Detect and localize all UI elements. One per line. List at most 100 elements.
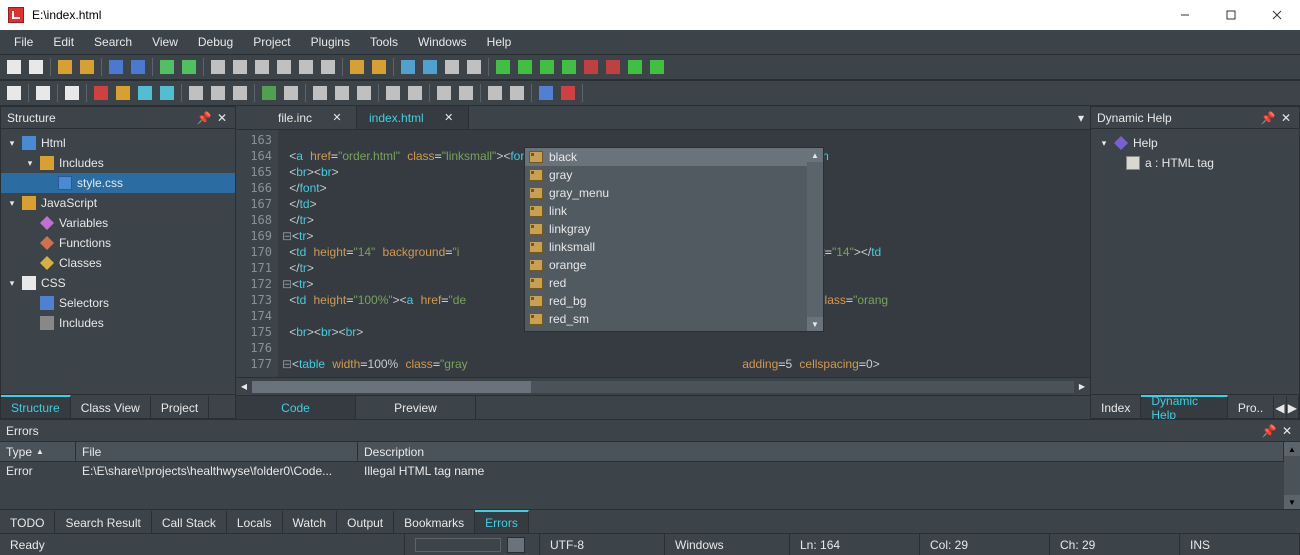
div-icon[interactable] [332,83,352,103]
bold-icon[interactable] [4,83,24,103]
scroll-up-icon[interactable]: ▲ [1284,442,1300,456]
pin-icon[interactable]: 📌 [197,111,211,125]
editor-tab-file-inc[interactable]: file.inc✕ [266,106,357,129]
paste-icon[interactable] [318,57,338,77]
bookmark-icon[interactable] [420,57,440,77]
open-icon[interactable] [77,57,97,77]
undo-icon[interactable] [157,57,177,77]
italic-icon[interactable] [33,83,53,103]
autocomplete-popup[interactable]: blackgraygray_menulinklinkgraylinksmallo… [524,147,824,332]
menu-help[interactable]: Help [477,32,522,52]
tree-node-html[interactable]: ▾Html [1,133,235,153]
debug-icon[interactable] [515,57,535,77]
indent-icon[interactable] [507,83,527,103]
link-icon[interactable] [536,83,556,103]
tree-node-includes[interactable]: ▾Includes [1,153,235,173]
col-type[interactable]: Type ▲ [0,442,76,461]
list-icon[interactable] [434,83,454,103]
maximize-button[interactable] [1208,0,1254,30]
left-tab-project[interactable]: Project [151,395,209,418]
print-icon[interactable] [464,57,484,77]
minimize-button[interactable] [1162,0,1208,30]
color-icon[interactable] [113,83,133,103]
open-icon[interactable] [55,57,75,77]
errors-body[interactable]: Error E:\E\share\!projects\healthwyse\fo… [0,462,1284,509]
autocomplete-item[interactable]: red_bg [525,292,823,310]
run-icon[interactable] [493,57,513,77]
tree-node-selectors[interactable]: Selectors [1,293,235,313]
align-icon[interactable] [186,83,206,103]
bottom-tab-todo[interactable]: TODO [0,510,55,533]
autocomplete-item[interactable]: red [525,274,823,292]
record-icon[interactable] [581,57,601,77]
menu-search[interactable]: Search [84,32,142,52]
tab-nav-icon[interactable]: ◀ [1274,395,1286,418]
toggle-icon[interactable] [507,537,525,553]
menu-view[interactable]: View [142,32,188,52]
menu-debug[interactable]: Debug [188,32,243,52]
scroll-down-icon[interactable]: ▼ [807,317,823,331]
code-editor[interactable]: 163 164 165 166 167 168 169 170 171 172 … [236,130,1090,377]
bottom-tab-watch[interactable]: Watch [283,510,338,533]
editor-tab-index-html[interactable]: index.html✕ [357,106,469,129]
paste-icon[interactable] [252,57,272,77]
copy-icon[interactable] [296,57,316,77]
scroll-left-icon[interactable]: ◀ [236,378,252,395]
autocomplete-item[interactable]: link [525,202,823,220]
image-icon[interactable] [259,83,279,103]
step-icon[interactable] [647,57,667,77]
autocomplete-item[interactable]: subscribe [525,328,823,331]
stop-icon[interactable] [603,57,623,77]
help-item[interactable]: a : HTML tag [1093,153,1297,173]
left-tab-class-view[interactable]: Class View [71,395,151,418]
scroll-right-icon[interactable]: ▶ [1074,378,1090,395]
font-icon[interactable] [558,83,578,103]
menu-windows[interactable]: Windows [408,32,477,52]
view-tab-preview[interactable]: Preview [356,396,476,419]
panel-close-icon[interactable]: ✕ [215,111,229,125]
bottom-tab-search-result[interactable]: Search Result [55,510,151,533]
print-icon[interactable] [442,57,462,77]
tree-node-javascript[interactable]: ▾JavaScript [1,193,235,213]
autocomplete-item[interactable]: gray_menu [525,184,823,202]
bottom-tab-bookmarks[interactable]: Bookmarks [394,510,475,533]
autocomplete-scrollbar[interactable]: ▲ ▼ [807,148,823,331]
menu-file[interactable]: File [4,32,43,52]
autocomplete-item[interactable]: red_sm [525,310,823,328]
menu-edit[interactable]: Edit [43,32,84,52]
cut-icon[interactable] [208,57,228,77]
autocomplete-item[interactable]: orange [525,256,823,274]
hscroll-thumb[interactable] [252,381,531,393]
align-icon[interactable] [208,83,228,103]
cut-icon[interactable] [274,57,294,77]
div-icon[interactable] [354,83,374,103]
highlight-icon[interactable] [135,83,155,103]
right-tab-dynamic-help[interactable]: Dynamic Help [1141,395,1228,418]
underline-icon[interactable] [62,83,82,103]
find-icon[interactable] [347,57,367,77]
col-file[interactable]: File [76,442,358,461]
new-icon[interactable] [4,57,24,77]
div-icon[interactable] [383,83,403,103]
replace-icon[interactable] [369,57,389,77]
editor-hscroll[interactable]: ◀ ▶ [236,377,1090,395]
error-row[interactable]: Error E:\E\share\!projects\healthwyse\fo… [0,462,1284,482]
right-tab-properties[interactable]: Pro.. [1228,395,1274,418]
step-icon[interactable] [559,57,579,77]
menu-tools[interactable]: Tools [360,32,408,52]
tree-node-includes[interactable]: Includes [1,313,235,333]
bottom-tab-call-stack[interactable]: Call Stack [152,510,227,533]
status-ins[interactable]: INS [1180,534,1300,555]
view-tab-code[interactable]: Code [236,396,356,419]
panel-close-icon[interactable]: ✕ [1279,111,1293,125]
bookmark-icon[interactable] [398,57,418,77]
menu-plugins[interactable]: Plugins [301,32,360,52]
pin-icon[interactable]: 📌 [1262,424,1276,438]
pin-icon[interactable]: 📌 [1261,111,1275,125]
status-encoding[interactable]: UTF-8 [540,534,665,555]
col-description[interactable]: Description [358,442,1284,461]
scroll-down-icon[interactable]: ▼ [1284,495,1300,509]
errors-vscroll[interactable]: ▲ ▼ [1284,442,1300,509]
redo-icon[interactable] [179,57,199,77]
new-icon[interactable] [26,57,46,77]
